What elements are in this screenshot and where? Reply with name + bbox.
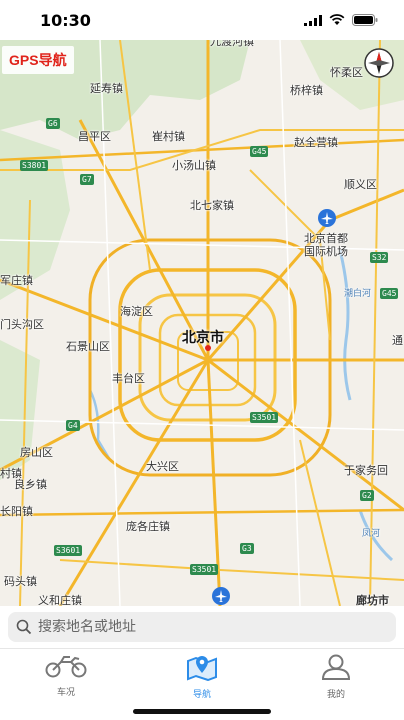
airport-icon[interactable] [212, 587, 230, 605]
road-badge: S32 [370, 252, 389, 263]
map-label: 军庄镇 [0, 274, 33, 287]
map-label: 小汤山镇 [172, 159, 216, 172]
map-label: 国际机场 [304, 245, 348, 258]
road-badge: G45 [250, 146, 269, 157]
map-label: 潮白河 [344, 289, 372, 299]
city-label: 北京市 [182, 330, 224, 346]
road-badge: G7 [80, 174, 94, 185]
search-input[interactable] [38, 619, 378, 635]
map-label: 昌平区 [78, 130, 111, 143]
map-label: 崔村镇 [152, 130, 185, 143]
road-badge: G4 [66, 420, 80, 431]
map-label: 桥梓镇 [290, 84, 323, 97]
map-label: 九渡河镇 [210, 40, 254, 48]
map-label: 赵全营镇 [294, 136, 338, 149]
map-label: 庞各庄镇 [126, 520, 170, 533]
airport-icon[interactable] [318, 209, 336, 227]
battery-icon [352, 14, 378, 26]
map-label: 村镇 [0, 467, 22, 480]
map-label: 大兴区 [146, 460, 179, 473]
map-label: 于家务回 [344, 464, 388, 477]
map-label: 廊坊市 [356, 594, 389, 606]
map-pin-icon [187, 656, 217, 682]
map-label: 北七家镇 [190, 199, 234, 212]
tab-profile[interactable]: 我的 [296, 653, 376, 700]
road-badge: S3501 [250, 412, 279, 423]
map-label: 海淀区 [120, 305, 153, 318]
search-icon [16, 619, 32, 635]
road-badge: G45 [380, 288, 399, 299]
map-label: 延寿镇 [90, 82, 123, 95]
tab-label: 导航 [192, 690, 211, 700]
map-label: 门头沟区 [0, 318, 44, 331]
map-label: 码头镇 [4, 575, 37, 588]
tab-navigation[interactable]: 导航 [162, 653, 242, 700]
road-badge: G2 [360, 490, 374, 501]
map-label: 长阳镇 [0, 505, 33, 518]
motorcycle-icon [45, 656, 87, 678]
map-view[interactable]: 九渡河镇 怀柔区 延寿镇 桥梓镇 昌平区 崔村镇 赵全营镇 小汤山镇 顺义区 北… [0, 40, 404, 606]
road-badge: G3 [240, 543, 254, 554]
signal-icon [304, 14, 322, 26]
compass-icon[interactable] [364, 48, 394, 78]
tab-vehicle-status[interactable]: 车况 [26, 653, 106, 699]
home-indicator [133, 709, 271, 714]
map-label: 通 [392, 334, 403, 347]
map-canvas[interactable] [0, 40, 404, 606]
map-label: 凤河 [362, 529, 381, 539]
status-bar: 10:30 [0, 0, 404, 40]
map-label: 怀柔区 [330, 66, 363, 79]
road-badge: S3501 [190, 564, 219, 575]
map-label: 房山区 [20, 446, 53, 459]
status-icons [304, 14, 378, 26]
map-label: 丰台区 [112, 372, 145, 385]
app-title-badge: GPS导航 [2, 46, 74, 74]
tab-label: 车况 [56, 688, 75, 698]
map-label: 石景山区 [66, 340, 110, 353]
tab-label: 我的 [326, 690, 345, 700]
road-badge: S3601 [54, 545, 83, 556]
status-time: 10:30 [40, 11, 91, 30]
wifi-icon [329, 14, 345, 25]
road-badge: S3801 [20, 160, 49, 171]
search-bar[interactable] [8, 612, 396, 642]
map-label: 义和庄镇 [38, 594, 82, 606]
user-icon [321, 654, 351, 680]
map-label: 顺义区 [344, 178, 377, 191]
road-badge: G6 [46, 118, 60, 129]
